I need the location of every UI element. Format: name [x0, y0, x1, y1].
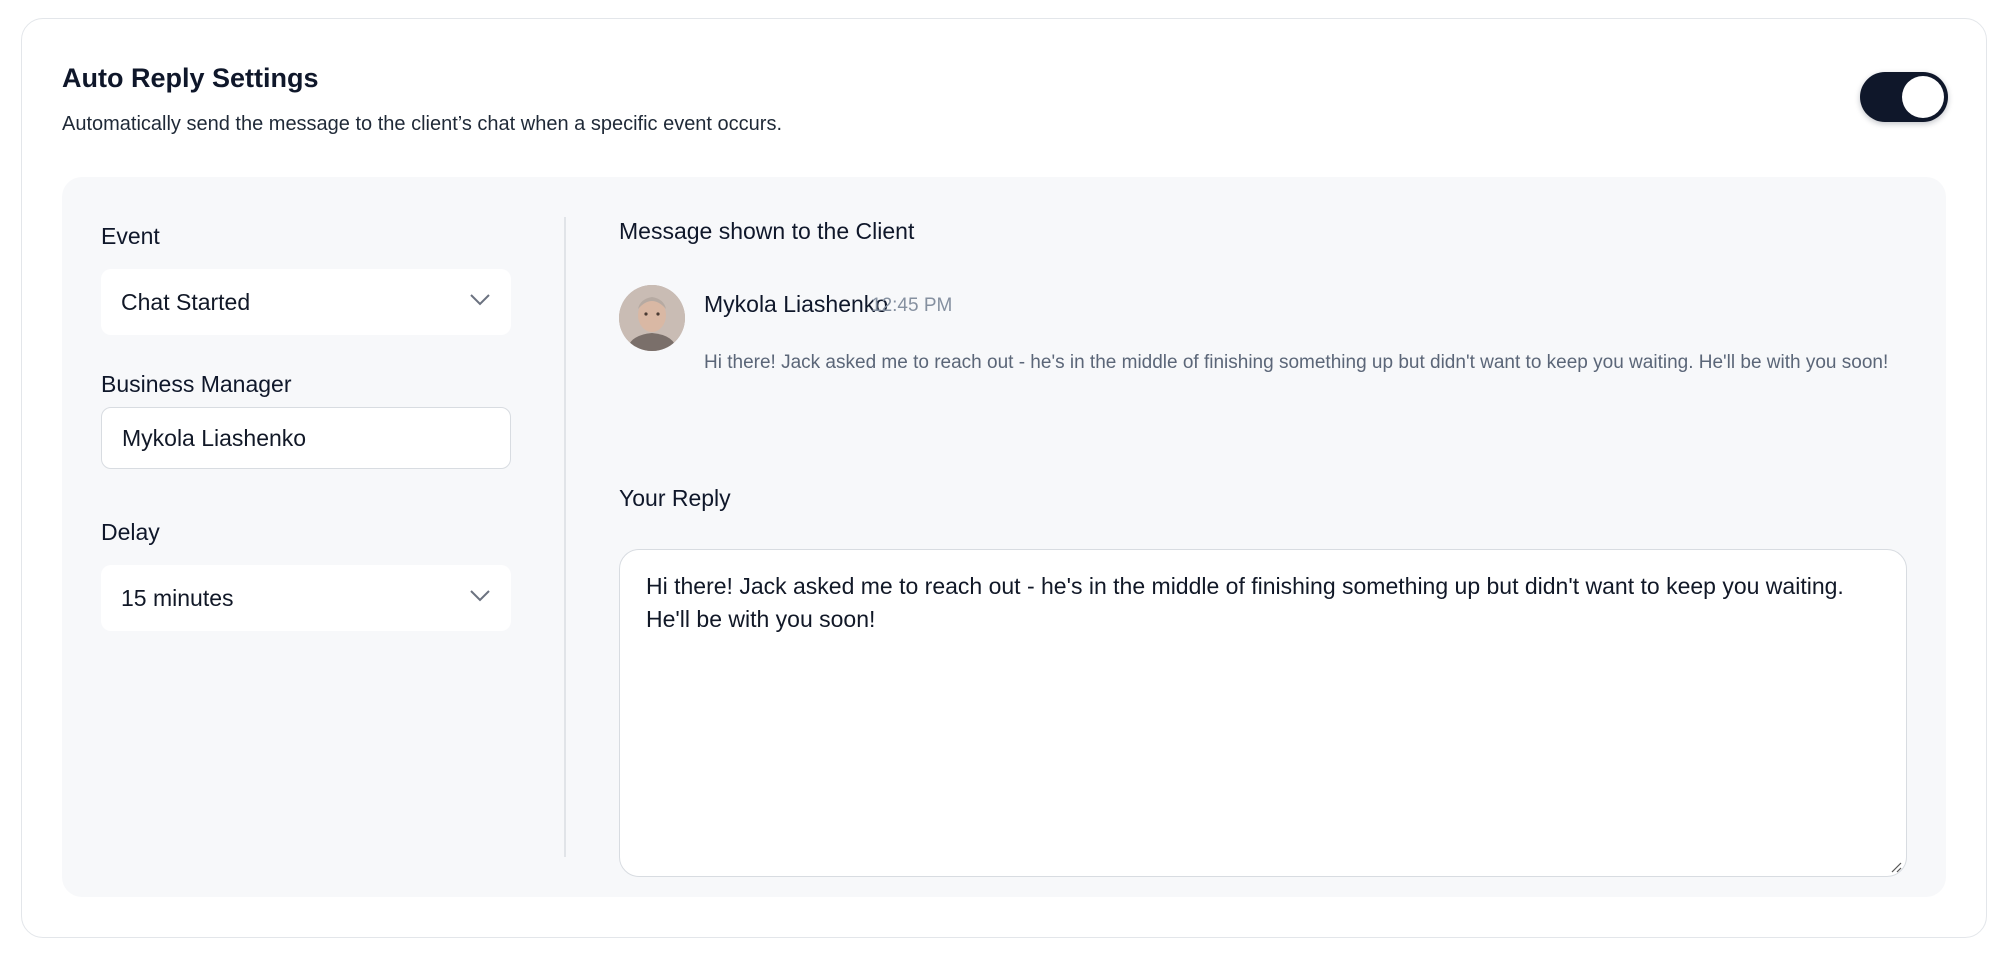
- delay-select-value: 15 minutes: [121, 584, 234, 611]
- avatar: [619, 285, 685, 351]
- resize-grip-icon[interactable]: [1890, 861, 1902, 873]
- reply-textarea[interactable]: Hi there! Jack asked me to reach out - h…: [619, 549, 1907, 877]
- page-title: Auto Reply Settings: [62, 63, 319, 93]
- event-label: Event: [101, 223, 160, 249]
- delay-select[interactable]: 15 minutes: [101, 565, 511, 631]
- message-time: 12:45 PM: [871, 295, 953, 316]
- auto-reply-toggle[interactable]: [1860, 72, 1948, 122]
- chevron-down-icon: [470, 294, 490, 306]
- toggle-knob: [1902, 76, 1944, 118]
- your-reply-label: Your Reply: [619, 485, 731, 511]
- business-manager-input[interactable]: [101, 407, 511, 469]
- business-manager-label: Business Manager: [101, 371, 292, 397]
- delay-label: Delay: [101, 519, 160, 545]
- settings-panel: Event Chat Started Business Manager Dela…: [62, 177, 1946, 897]
- column-divider: [564, 217, 566, 857]
- event-select-value: Chat Started: [121, 288, 251, 315]
- preview-heading: Message shown to the Client: [619, 218, 915, 244]
- preview-message: Hi there! Jack asked me to reach out - h…: [704, 352, 1889, 373]
- chevron-down-icon: [470, 590, 490, 602]
- page-subtitle: Automatically send the message to the cl…: [62, 113, 783, 135]
- event-select[interactable]: Chat Started: [101, 269, 511, 335]
- sender-name: Mykola Liashenko: [704, 291, 889, 317]
- auto-reply-card: Auto Reply Settings Automatically send t…: [21, 18, 1987, 938]
